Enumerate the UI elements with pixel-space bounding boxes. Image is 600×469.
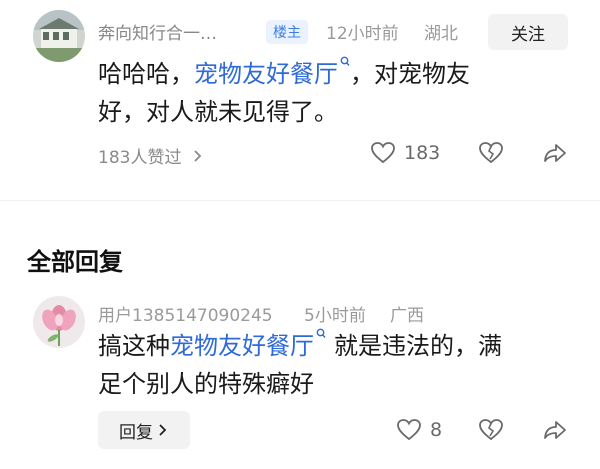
topic-link[interactable]: 宠物友好餐厅 bbox=[194, 56, 350, 88]
divider bbox=[0, 200, 600, 201]
follow-button[interactable]: 关注 bbox=[488, 14, 568, 50]
username-main[interactable]: 奔向知行合一… bbox=[98, 19, 217, 44]
like-count-main: 183 bbox=[404, 142, 441, 164]
like-button-reply[interactable]: 8 bbox=[396, 418, 442, 442]
magnifier-icon bbox=[340, 56, 350, 66]
timestamp-reply: 5小时前 bbox=[304, 306, 366, 326]
avatar-reply[interactable] bbox=[33, 296, 85, 348]
username-reply[interactable]: 用户1385147090245 bbox=[98, 301, 273, 326]
op-badge: 楼主 bbox=[266, 20, 308, 44]
location-main: 湖北 bbox=[424, 24, 458, 44]
location-reply: 广西 bbox=[390, 306, 424, 326]
dislike-button-main[interactable] bbox=[478, 141, 504, 165]
share-button-reply[interactable] bbox=[542, 418, 568, 442]
main-comment-text: 哈哈哈，宠物友好餐厅 ，对宠物友 好，对人就未见得了。 bbox=[98, 55, 568, 131]
timestamp-main: 12小时前 bbox=[326, 24, 399, 44]
chevron-right-icon bbox=[194, 149, 202, 162]
share-button-main[interactable] bbox=[542, 141, 568, 165]
broken-heart-icon bbox=[479, 419, 503, 441]
replies-section-title: 全部回复 bbox=[27, 248, 123, 276]
avatar-main[interactable] bbox=[33, 10, 85, 62]
broken-heart-icon bbox=[479, 142, 503, 164]
main-comment-line-2: 好，对人就未见得了。 bbox=[98, 98, 338, 126]
dislike-button-reply[interactable] bbox=[478, 418, 504, 442]
reply-line-1: 搞这种宠物友好餐厅 就是违法的，满 bbox=[98, 327, 568, 365]
chevron-right-icon bbox=[159, 424, 167, 436]
heart-outline-icon bbox=[371, 142, 395, 164]
main-comment-text-before: 哈哈哈， bbox=[98, 60, 194, 88]
like-count-reply: 8 bbox=[430, 419, 443, 441]
topic-link-label[interactable]: 宠物友好餐厅 bbox=[194, 60, 338, 88]
reply-text-before: 搞这种 bbox=[98, 332, 170, 360]
liked-by-row[interactable]: 183人赞过 bbox=[98, 143, 205, 168]
main-comment-text-after: ，对宠物友 bbox=[350, 60, 470, 88]
main-comment-line-1: 哈哈哈，宠物友好餐厅 ，对宠物友 bbox=[98, 55, 568, 93]
heart-outline-icon bbox=[397, 419, 421, 441]
reply-line-2: 足个别人的特殊癖好 bbox=[98, 370, 314, 398]
share-arrow-icon bbox=[544, 144, 566, 162]
share-arrow-icon bbox=[544, 421, 566, 439]
reply-button-label[interactable]: 回复 bbox=[119, 418, 153, 443]
topic-link-reply-label[interactable]: 宠物友好餐厅 bbox=[170, 332, 314, 360]
reply-text: 搞这种宠物友好餐厅 就是违法的，满 足个别人的特殊癖好 bbox=[98, 327, 568, 403]
reply-text-after: 就是违法的，满 bbox=[334, 332, 502, 360]
like-button-main[interactable]: 183 bbox=[370, 141, 440, 165]
reply-button[interactable]: 回复 bbox=[98, 411, 190, 449]
liked-by-label[interactable]: 183人赞过 bbox=[98, 143, 181, 168]
magnifier-icon bbox=[316, 328, 326, 338]
topic-link-reply[interactable]: 宠物友好餐厅 bbox=[170, 328, 326, 360]
